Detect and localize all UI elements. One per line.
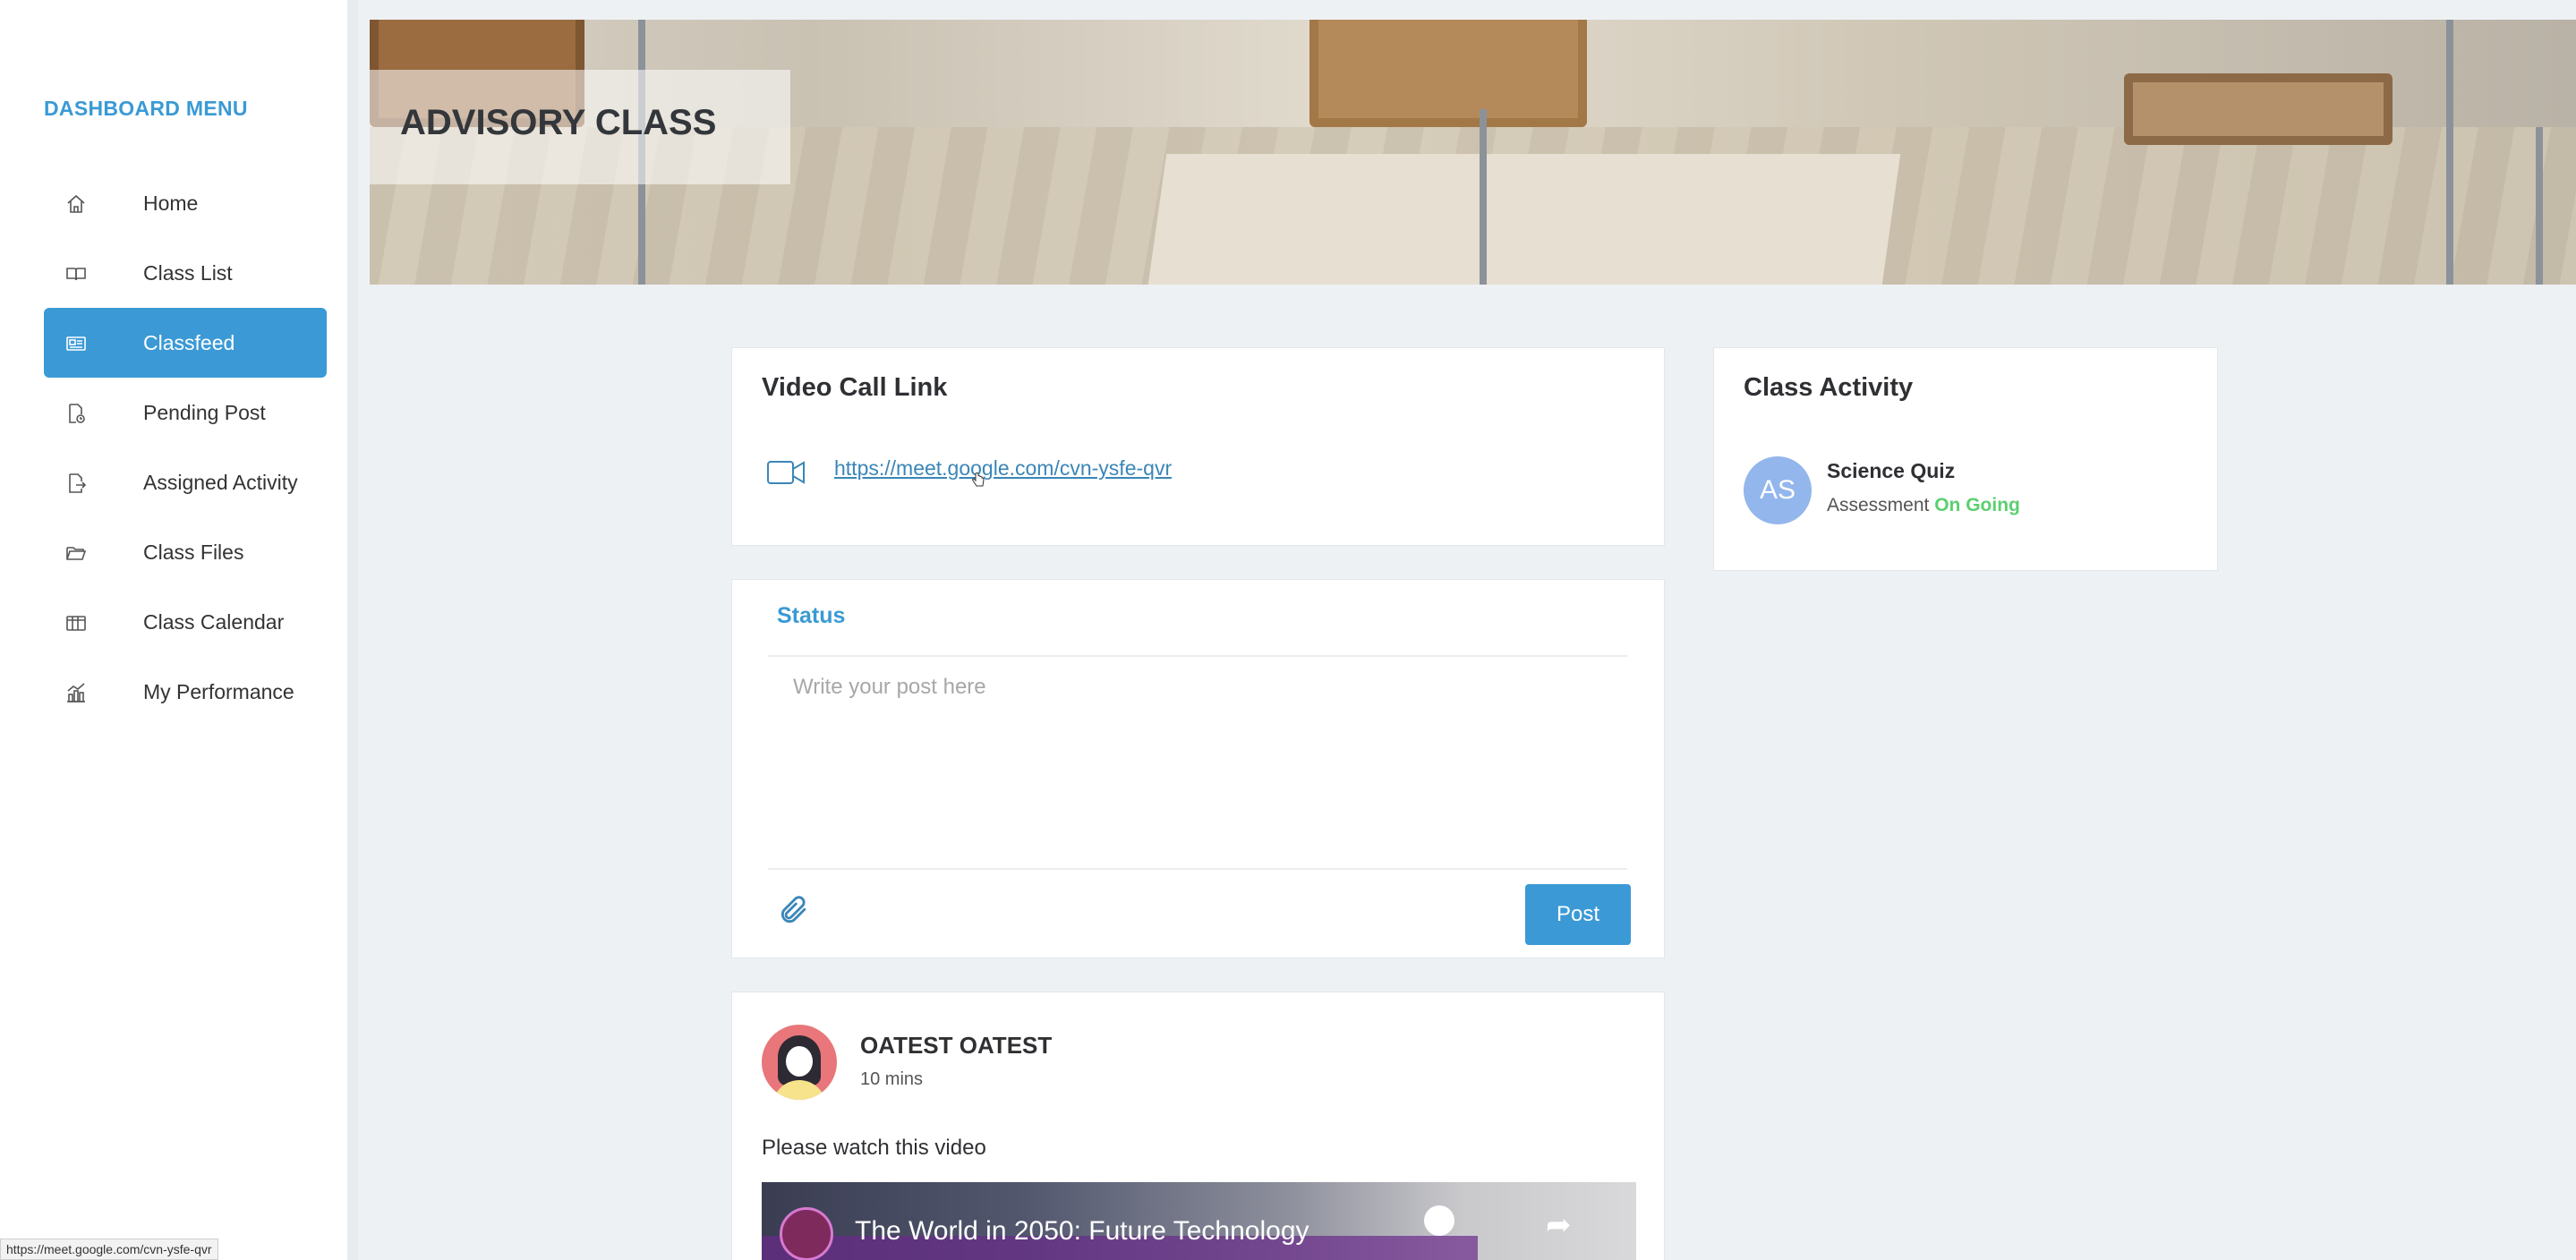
- sidebar-item-label: Classfeed: [143, 330, 235, 354]
- sidebar-item-label: Class List: [143, 260, 233, 285]
- sidebar-item-my-performance[interactable]: My Performance: [44, 657, 327, 727]
- activity-meta: Assessment On Going: [1827, 495, 2020, 516]
- activity-status-badge: On Going: [1934, 495, 2020, 515]
- avatar: [762, 1025, 837, 1100]
- sidebar-item-label: My Performance: [143, 679, 294, 703]
- sidebar-item-class-calendar[interactable]: Class Calendar: [44, 587, 327, 657]
- post-author: OATEST OATEST: [860, 1032, 1053, 1059]
- class-banner: ADVISORY CLASS: [370, 20, 2576, 285]
- paperclip-icon[interactable]: [777, 893, 811, 927]
- sidebar-item-assigned-activity[interactable]: Assigned Activity: [44, 447, 327, 517]
- banner-desk: [1147, 154, 1901, 285]
- sidebar-item-label: Assigned Activity: [143, 470, 298, 494]
- sidebar-item-class-list[interactable]: Class List: [44, 238, 327, 308]
- activity-type: Assessment: [1827, 495, 1930, 515]
- calendar-icon: [66, 616, 86, 631]
- channel-logo-icon[interactable]: [780, 1207, 833, 1260]
- sidebar-item-label: Pending Post: [143, 400, 266, 424]
- post-body: Please watch this video: [762, 1136, 986, 1160]
- banner-chair-leg: [2446, 20, 2453, 285]
- share-icon[interactable]: ➦: [1546, 1207, 1572, 1243]
- page-title: ADVISORY CLASS: [400, 103, 717, 142]
- sidebar-item-label: Class Files: [143, 540, 244, 564]
- video-camera-icon: [767, 461, 805, 484]
- video-title[interactable]: The World in 2050: Future Technology: [855, 1216, 1309, 1247]
- video-call-card: Video Call Link https://meet.google.com/…: [731, 347, 1665, 546]
- post-input[interactable]: [768, 659, 1627, 873]
- status-composer: Status Post: [731, 579, 1665, 958]
- sidebar-item-label: Class Calendar: [143, 609, 285, 634]
- sidebar-item-pending-post[interactable]: Pending Post: [44, 378, 327, 447]
- class-activity-title: Class Activity: [1744, 373, 1914, 402]
- home-icon: [67, 194, 85, 213]
- book-icon: [66, 268, 86, 281]
- banner-chair-leg: [2536, 127, 2543, 285]
- post-button[interactable]: Post: [1525, 884, 1631, 945]
- class-activity-card: Class Activity AS Science Quiz Assessmen…: [1713, 347, 2218, 571]
- sidebar-title: DASHBOARD MENU: [44, 97, 248, 120]
- assigned-icon: [69, 473, 87, 493]
- status-divider: [768, 655, 1627, 657]
- banner-chair: [1309, 20, 1587, 127]
- video-call-link[interactable]: https://meet.google.com/cvn-ysfe-qvr: [834, 456, 1172, 481]
- embedded-video[interactable]: The World in 2050: Future Technology ➦: [762, 1182, 1636, 1260]
- browser-status-bar: https://meet.google.com/cvn-ysfe-qvr: [0, 1239, 218, 1260]
- post-timestamp: 10 mins: [860, 1069, 924, 1089]
- activity-name[interactable]: Science Quiz: [1827, 459, 1955, 483]
- video-call-title: Video Call Link: [762, 373, 948, 402]
- sidebar-item-classfeed[interactable]: Classfeed: [44, 308, 327, 378]
- sidebar-item-label: Home: [143, 191, 199, 215]
- sidebar-item-class-files[interactable]: Class Files: [44, 517, 327, 587]
- performance-icon: [67, 683, 85, 702]
- sidebar-menu: Home Class List Classfeed Pending Post A…: [44, 168, 327, 727]
- status-tab[interactable]: Status: [777, 603, 845, 629]
- status-divider: [768, 868, 1627, 870]
- feed-icon: [66, 336, 86, 351]
- watch-later-icon[interactable]: [1424, 1205, 1454, 1236]
- banner-chair-leg: [1480, 109, 1487, 285]
- feed-post: OATEST OATEST 10 mins Please watch this …: [731, 992, 1665, 1260]
- hand-cursor-icon: [972, 472, 985, 487]
- pending-icon: [69, 404, 85, 423]
- folder-icon: [66, 547, 87, 560]
- sidebar: DASHBOARD MENU Home Class List Classfeed…: [0, 0, 358, 1260]
- activity-avatar: AS: [1744, 456, 1812, 524]
- banner-chair: [2124, 73, 2393, 145]
- sidebar-item-home[interactable]: Home: [44, 168, 327, 238]
